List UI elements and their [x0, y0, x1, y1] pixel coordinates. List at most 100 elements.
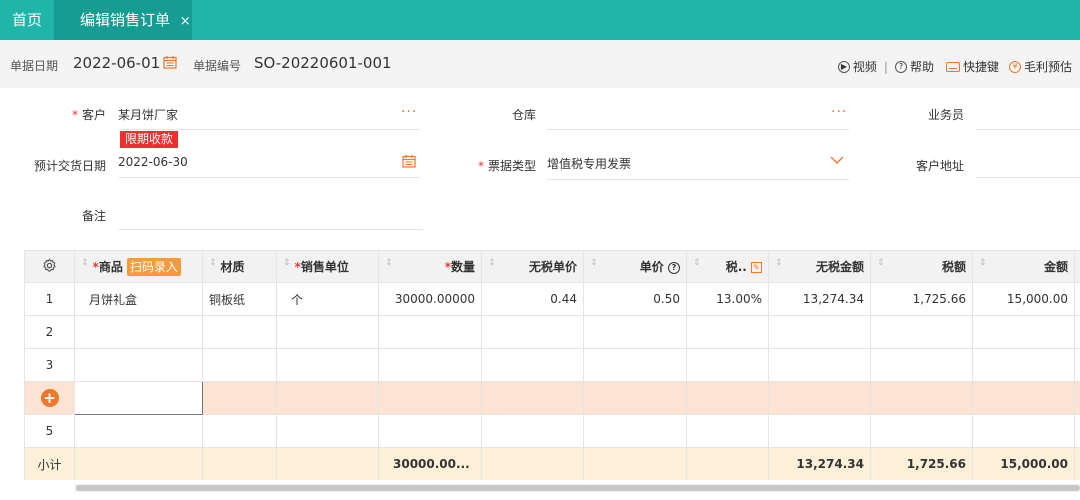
cell-product[interactable] [74, 414, 203, 448]
cell-tax[interactable]: 1,725.66 [870, 282, 973, 316]
add-row-icon[interactable]: + [40, 389, 59, 407]
cell-price-ex-tax[interactable] [481, 315, 584, 349]
cell-price[interactable] [583, 348, 687, 382]
chevron-down-icon[interactable] [830, 156, 844, 165]
close-icon[interactable]: × [180, 14, 191, 29]
table-row[interactable]: 1 月饼礼盒 铜板纸 个 30000.00000 0.44 0.50 13.00… [24, 282, 1080, 316]
column-tax[interactable]: ⇕ 税额 [870, 250, 973, 283]
cell-amount-ex-tax[interactable]: 13,274.34 [768, 282, 871, 316]
table-row[interactable]: 2 [24, 315, 1080, 349]
cell-tax[interactable] [870, 315, 973, 349]
add-row-cell[interactable]: + [24, 381, 75, 415]
sort-icon[interactable]: ⇕ [877, 258, 885, 268]
cell-product[interactable] [74, 348, 203, 382]
calendar-icon[interactable] [163, 55, 177, 69]
cell-quantity[interactable] [378, 315, 482, 349]
cell-amount[interactable] [972, 348, 1075, 382]
profit-link[interactable]: ¥ 毛利预估 [1008, 58, 1072, 75]
tab-edit-sales-order[interactable]: 编辑销售订单 × [54, 0, 192, 40]
question-icon[interactable]: ? [668, 262, 680, 274]
cell-tax[interactable] [870, 381, 973, 415]
help-link[interactable]: ? 帮助 [894, 58, 934, 75]
sort-icon[interactable]: ⇕ [81, 258, 89, 268]
cell-tax-rate[interactable] [686, 348, 769, 382]
doc-date-value[interactable]: 2022-06-01 [73, 54, 160, 72]
sort-icon[interactable]: ⇕ [693, 258, 701, 268]
warehouse-more-icon[interactable]: ··· [831, 104, 847, 120]
cell-price[interactable]: 0.50 [583, 282, 687, 316]
cell-tax-rate[interactable] [686, 315, 769, 349]
cell-material[interactable] [202, 348, 277, 382]
cell-price-ex-tax[interactable] [481, 348, 584, 382]
cell-unit[interactable] [276, 381, 379, 415]
scan-entry-button[interactable]: 扫码录入 [126, 257, 181, 276]
calendar-icon[interactable] [402, 154, 416, 168]
sort-icon[interactable]: ⇕ [209, 258, 217, 268]
cell-material[interactable] [202, 414, 277, 448]
cell-tax-rate[interactable] [686, 381, 769, 415]
table-row[interactable]: 3 [24, 348, 1080, 382]
customer-input[interactable]: 某月饼厂家 [118, 106, 178, 123]
tab-home[interactable]: 首页 [0, 0, 54, 40]
cell-tax-rate[interactable] [686, 414, 769, 448]
cell-price[interactable] [583, 381, 687, 415]
column-product[interactable]: ⇕ *商品 扫码录入 [74, 250, 203, 283]
cell-unit[interactable]: 个 [276, 282, 379, 316]
cell-material[interactable]: 铜板纸 [202, 282, 277, 316]
column-quantity[interactable]: ⇕ *数量 [378, 250, 482, 283]
sort-icon[interactable]: ⇕ [590, 258, 598, 268]
sort-icon[interactable]: ⇕ [283, 258, 291, 268]
cell-amount-ex-tax[interactable] [768, 381, 871, 415]
cell-unit[interactable] [276, 315, 379, 349]
table-row-active[interactable]: + [24, 381, 1080, 415]
cell-amount-ex-tax[interactable] [768, 348, 871, 382]
customer-more-icon[interactable]: ··· [401, 104, 417, 120]
cell-price-ex-tax[interactable] [481, 381, 584, 415]
cell-tax[interactable] [870, 348, 973, 382]
cell-product[interactable]: 月饼礼盒 [74, 282, 203, 316]
table-row[interactable]: 5 [24, 414, 1080, 448]
cell-amount-ex-tax[interactable] [768, 414, 871, 448]
cell-material[interactable] [202, 381, 277, 415]
sort-icon[interactable]: ⇕ [385, 258, 393, 268]
cell-price[interactable] [583, 414, 687, 448]
cell-product-editor[interactable] [74, 381, 203, 415]
sort-icon[interactable]: ⇕ [488, 258, 496, 268]
column-unit[interactable]: ⇕ *销售单位 [276, 250, 379, 283]
column-price-ex-tax[interactable]: ⇕ 无税单价 [481, 250, 584, 283]
column-material[interactable]: ⇕ 材质 [202, 250, 277, 283]
cell-tax-rate[interactable]: 13.00% [686, 282, 769, 316]
cell-quantity[interactable] [378, 414, 482, 448]
cell-tax[interactable] [870, 414, 973, 448]
cell-amount-ex-tax[interactable] [768, 315, 871, 349]
gear-icon[interactable] [42, 258, 57, 273]
cell-unit[interactable] [276, 348, 379, 382]
delivery-date-input[interactable]: 2022-06-30 [118, 155, 188, 169]
column-amount-ex-tax[interactable]: ⇕ 无税金额 [768, 250, 871, 283]
scrollbar-thumb[interactable] [76, 485, 1080, 491]
cell-product[interactable] [74, 315, 203, 349]
invoice-type-select[interactable]: 增值税专用发票 [547, 155, 631, 172]
column-tax-rate[interactable]: ⇕ 税.. ✎ [686, 250, 769, 283]
cell-quantity[interactable]: 30000.00000 [378, 282, 482, 316]
cell-quantity[interactable] [378, 348, 482, 382]
cell-amount[interactable] [972, 414, 1075, 448]
cell-price-ex-tax[interactable]: 0.44 [481, 282, 584, 316]
column-amount[interactable]: ⇕ 金额 [972, 250, 1075, 283]
cell-amount[interactable] [972, 315, 1075, 349]
cell-price-ex-tax[interactable] [481, 414, 584, 448]
cell-amount[interactable] [972, 381, 1075, 415]
column-price[interactable]: ⇕ 单价 ? [583, 250, 687, 283]
edit-icon[interactable]: ✎ [751, 262, 762, 273]
cell-amount[interactable]: 15,000.00 [972, 282, 1075, 316]
sort-icon[interactable]: ⇕ [775, 258, 783, 268]
shortcut-link[interactable]: 快捷键 [945, 58, 999, 75]
sort-icon[interactable]: ⇕ [979, 258, 987, 268]
cell-unit[interactable] [276, 414, 379, 448]
cell-quantity[interactable] [378, 381, 482, 415]
cell-material[interactable] [202, 315, 277, 349]
column-settings-header[interactable] [24, 250, 75, 283]
video-link[interactable]: ▶ 视频 [837, 58, 877, 75]
horizontal-scrollbar[interactable] [74, 484, 1080, 492]
cell-price[interactable] [583, 315, 687, 349]
